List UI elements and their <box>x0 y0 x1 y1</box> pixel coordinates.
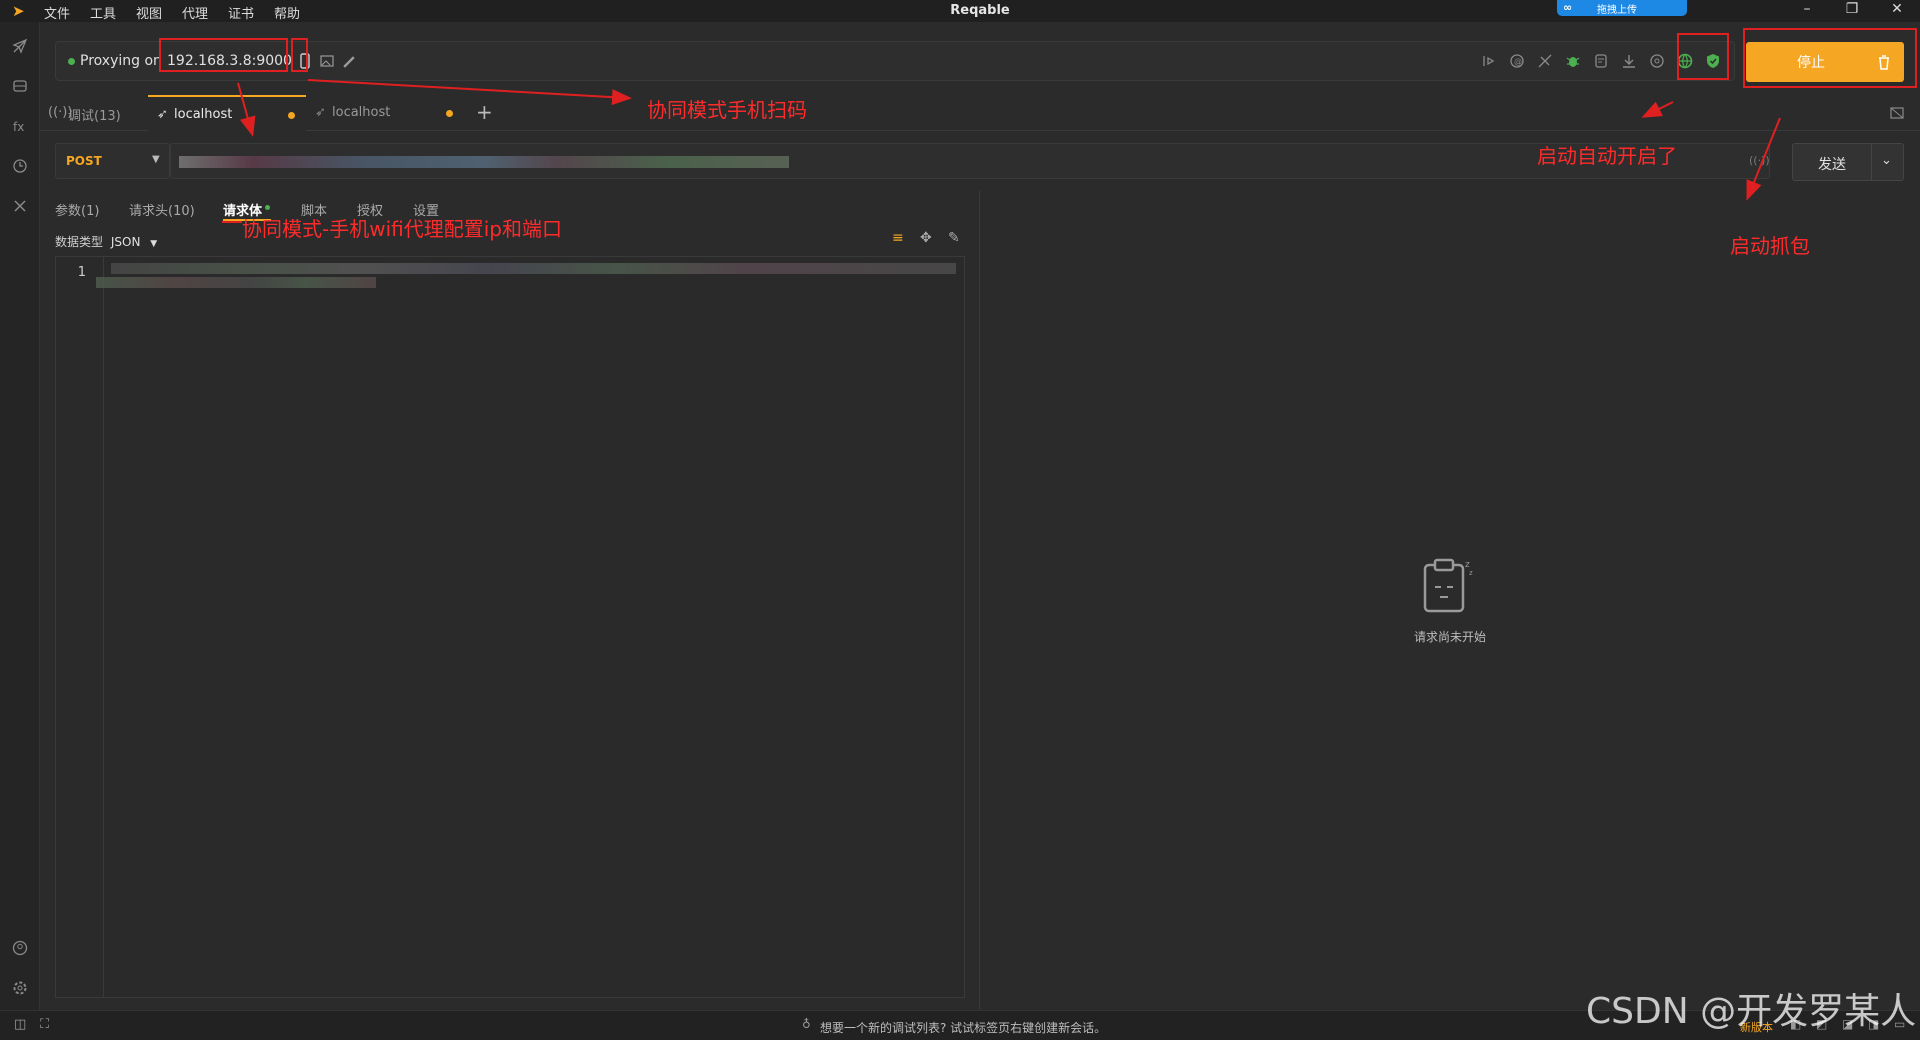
url-broadcast-icon: ((·)) <box>1749 154 1770 167</box>
body-editor[interactable]: 1 <box>55 256 965 998</box>
method-select[interactable]: POST ▼ <box>55 143 170 179</box>
annotation-box-mobile <box>291 38 308 72</box>
collapse-icon[interactable] <box>1889 105 1905 121</box>
line-gutter: 1 <box>56 257 104 997</box>
body-redacted-line-2 <box>96 277 376 288</box>
tab-localhost-2-label: localhost <box>332 105 391 120</box>
proxy-status-dot <box>68 58 75 65</box>
send-button[interactable]: 发送 ⌄ <box>1792 143 1904 181</box>
method-value: POST <box>66 154 102 168</box>
tab-debug-list-label: 调试(13) <box>68 109 121 124</box>
bug-script-icon[interactable] <box>1564 52 1582 70</box>
image-icon[interactable] <box>318 52 336 70</box>
chevron-down-icon: ▼ <box>152 154 160 165</box>
annotation-box-stop <box>1743 28 1917 88</box>
close-icon[interactable]: ✕ <box>1882 1 1912 21</box>
clipboard-sleep-icon: z z <box>1423 558 1473 613</box>
svg-text:@: @ <box>1514 57 1522 66</box>
annotation-capture-text: 启动抓包 <box>1730 234 1810 258</box>
line-number: 1 <box>77 265 86 280</box>
upload-badge-label: 拖拽上传 <box>1597 5 1637 16</box>
upload-badge[interactable]: ∞ 拖拽上传 <box>1557 0 1687 16</box>
add-tab-icon[interactable]: + <box>476 100 493 124</box>
chevron-down-icon[interactable]: ⌄ <box>1881 153 1892 168</box>
send-icon: ➶ <box>315 105 326 120</box>
fullscreen-icon[interactable]: ⛶ <box>40 1017 49 1032</box>
annotation-scan-text: 协同模式手机扫码 <box>647 98 807 122</box>
lightbulb-icon: ♁ <box>802 1017 811 1031</box>
magic-wand-icon[interactable]: ✎ <box>948 230 960 246</box>
datatype-label: 数据类型 <box>55 235 104 249</box>
panel-divider[interactable] <box>979 190 980 1010</box>
csdn-watermark: CSDN @开发罗某人 <box>1586 991 1917 1032</box>
annotation-auto-start-text: 启动自动开启了 <box>1537 144 1677 168</box>
send-label: 发送 <box>1818 157 1846 173</box>
body-indicator-dot <box>265 205 270 210</box>
unsaved-dot <box>446 110 453 117</box>
svg-text:fx: fx <box>13 120 24 134</box>
settings-gear-icon[interactable] <box>12 980 28 996</box>
function-icon[interactable]: fx <box>12 118 28 134</box>
tab-localhost-2[interactable]: ➶ localhost <box>306 95 464 131</box>
status-hint: 想要一个新的调试列表? 试试标签页右键创建新会话。 <box>820 1021 1107 1035</box>
database-icon[interactable] <box>12 78 28 94</box>
debug-send-icon[interactable] <box>12 38 28 54</box>
tab-debug-list[interactable]: ((·)) 调试(13) <box>40 95 148 131</box>
title-bar: ➤ 文件 工具 视图 代理 证书 帮助 Reqable ∞ 拖拽上传 – ❐ ✕ <box>0 0 1920 22</box>
history-icon[interactable] <box>12 158 28 174</box>
restore-icon[interactable]: ❐ <box>1837 1 1867 21</box>
left-sidebar: fx <box>0 22 40 1010</box>
annotation-wifi-proxy-text: 协同模式-手机wifi代理配置ip和端口 <box>242 217 562 241</box>
edit-pencil-icon[interactable] <box>340 52 358 70</box>
body-redacted-line-1 <box>111 263 956 274</box>
minimize-icon[interactable]: – <box>1792 1 1822 21</box>
url-redacted <box>179 156 789 168</box>
tab-localhost-label: localhost <box>174 107 233 122</box>
send-icon: ➶ <box>157 107 168 122</box>
unsaved-dot <box>288 112 295 119</box>
datatype-value: JSON <box>110 235 141 249</box>
rewrite-icon[interactable]: @ <box>1508 52 1526 70</box>
annotation-box-address <box>159 38 288 72</box>
wrap-lines-icon[interactable]: ≡ <box>892 230 904 246</box>
annotation-box-proxy-icons <box>1677 33 1729 80</box>
proxy-status-text: Proxying on <box>80 53 162 69</box>
chevron-down-icon: ▼ <box>150 239 158 249</box>
tab-localhost-active[interactable]: ➶ localhost <box>148 95 306 131</box>
tools-icon[interactable] <box>12 198 28 214</box>
svg-text:z: z <box>1469 569 1473 577</box>
upload-logo-icon: ∞ <box>1563 1 1573 14</box>
tab-bar: ((·)) 调试(13) ➶ localhost ➶ localhost + <box>40 95 1920 131</box>
datatype-select[interactable]: 数据类型 JSON ▼ <box>55 233 157 250</box>
sidebar-toggle-icon[interactable]: ◫ <box>14 1017 26 1032</box>
breakpoint-icon[interactable] <box>1480 52 1498 70</box>
throttle-icon[interactable] <box>1536 52 1554 70</box>
format-icon[interactable]: ✥ <box>920 230 932 246</box>
mirror-icon[interactable] <box>1592 52 1610 70</box>
empty-response-text: 请求尚未开始 <box>1413 630 1486 644</box>
subtab-params[interactable]: 参数(1) <box>55 200 99 219</box>
gateway-icon[interactable] <box>1648 52 1666 70</box>
subtab-headers[interactable]: 请求头(10) <box>129 200 195 219</box>
url-input[interactable]: ((·)) <box>170 143 1770 179</box>
download-icon[interactable] <box>1620 52 1638 70</box>
account-icon[interactable] <box>12 940 28 956</box>
